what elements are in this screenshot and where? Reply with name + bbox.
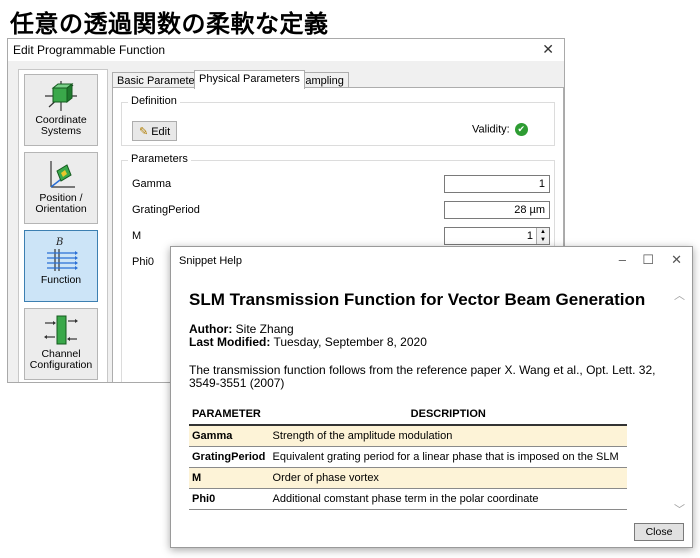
definition-caption: Definition (128, 95, 180, 107)
table-row: Gamma Strength of the amplitude modulati… (189, 425, 627, 447)
param-label-grating-period: GratingPeriod (132, 204, 200, 216)
help-scrollbar[interactable]: ︿ ﹀ (674, 287, 686, 517)
table-cell-desc: Order of phase vortex (269, 467, 627, 489)
help-content: SLM Transmission Function for Vector Bea… (179, 273, 672, 519)
table-row: GratingPeriod Equivalent grating period … (189, 446, 627, 468)
modified-value: Tuesday, September 8, 2020 (273, 335, 427, 349)
table-cell-name: GratingPeriod (189, 446, 270, 468)
m-stepper[interactable]: 1 ▲ ▼ (444, 227, 550, 245)
definition-group: Definition ✎ Edit Validity: ✔ (121, 95, 555, 146)
nav-tile-channel-configuration[interactable]: Channel Configuration (24, 308, 98, 380)
edit-button-label: Edit (151, 126, 171, 138)
position-orientation-icon (50, 161, 75, 188)
function-icon: B (47, 237, 78, 271)
pencil-icon: ✎ (139, 126, 149, 138)
close-icon[interactable]: ✕ (671, 252, 682, 268)
channel-configuration-icon (44, 315, 78, 345)
table-cell-desc: Additional comstant phase term in the po… (269, 488, 627, 510)
param-label-gamma: Gamma (132, 178, 172, 190)
table-cell-desc: Equivalent grating period for a linear p… (269, 446, 627, 468)
scroll-up-icon[interactable]: ︿ (674, 287, 685, 303)
m-value: 1 (526, 230, 533, 242)
table-cell-desc: Strength of the amplitude modulation (269, 425, 627, 447)
page-heading: 任意の透過関数の柔軟な定義 (10, 10, 329, 38)
column-header-parameter: PARAMETER (189, 404, 270, 426)
nav-tile-coordinate-systems[interactable]: Coordinate Systems (24, 74, 98, 146)
function-icon-letter: B (55, 237, 63, 248)
parameters-caption: Parameters (128, 153, 191, 165)
author-label: Author: (189, 322, 233, 336)
edit-button[interactable]: ✎ Edit (132, 121, 178, 141)
check-icon: ✔ (514, 123, 528, 136)
grating-period-input[interactable]: 28 µm (444, 201, 550, 219)
snippet-help-window: Snippet Help – ☐ ✕ SLM Transmission Func… (170, 246, 693, 548)
table-row: M Order of phase vortex (189, 467, 627, 489)
table-row: Phi0 Additional comstant phase term in t… (189, 488, 627, 510)
help-window-title: Snippet Help (179, 255, 242, 267)
nav-panel: Coordinate Systems Position / Orientatio… (18, 69, 108, 382)
scroll-down-icon[interactable]: ﹀ (674, 501, 685, 517)
table-header-row: PARAMETER DESCRIPTION (189, 404, 627, 426)
close-button[interactable]: Close (634, 523, 684, 541)
validity-label: Validity: (472, 123, 510, 136)
main-titlebar: Edit Programmable Function ✕ (8, 39, 564, 61)
main-dialog-title: Edit Programmable Function (13, 43, 166, 57)
parameter-table: PARAMETER DESCRIPTION Gamma Strength of … (189, 404, 627, 510)
modified-label: Last Modified: (189, 335, 271, 349)
nav-tile-function[interactable]: B Function (24, 230, 98, 302)
table-cell-name: M (189, 467, 270, 489)
table-cell-name: Phi0 (189, 488, 270, 510)
maximize-icon[interactable]: ☐ (642, 252, 654, 268)
nav-label: Systems (40, 125, 82, 137)
validity-indicator: Validity: ✔ (472, 123, 528, 136)
help-titlebar: Snippet Help – ☐ ✕ (171, 247, 692, 273)
table-cell-name: Gamma (189, 425, 270, 447)
column-header-description: DESCRIPTION (269, 404, 627, 426)
nav-label: Function (40, 274, 82, 286)
doc-meta: Author: Site Zhang Last Modified: Tuesda… (189, 323, 427, 349)
spin-arrows-icon[interactable]: ▲ ▼ (536, 228, 549, 244)
param-label-phi0: Phi0 (132, 256, 155, 268)
nav-tile-position-orientation[interactable]: Position / Orientation (24, 152, 98, 224)
nav-label: Configuration (29, 359, 93, 371)
close-icon[interactable]: ✕ (542, 41, 554, 58)
tab-physical-parameters[interactable]: Physical Parameters (194, 70, 305, 89)
doc-title: SLM Transmission Function for Vector Bea… (189, 290, 646, 309)
doc-description: The transmission function follows from t… (189, 363, 656, 390)
gamma-input[interactable]: 1 (444, 175, 550, 193)
minimize-icon[interactable]: – (619, 252, 626, 267)
coordinate-systems-icon (45, 81, 77, 111)
nav-label: Orientation (35, 203, 87, 215)
author-value: Site Zhang (235, 322, 294, 336)
param-label-m: M (132, 230, 142, 242)
